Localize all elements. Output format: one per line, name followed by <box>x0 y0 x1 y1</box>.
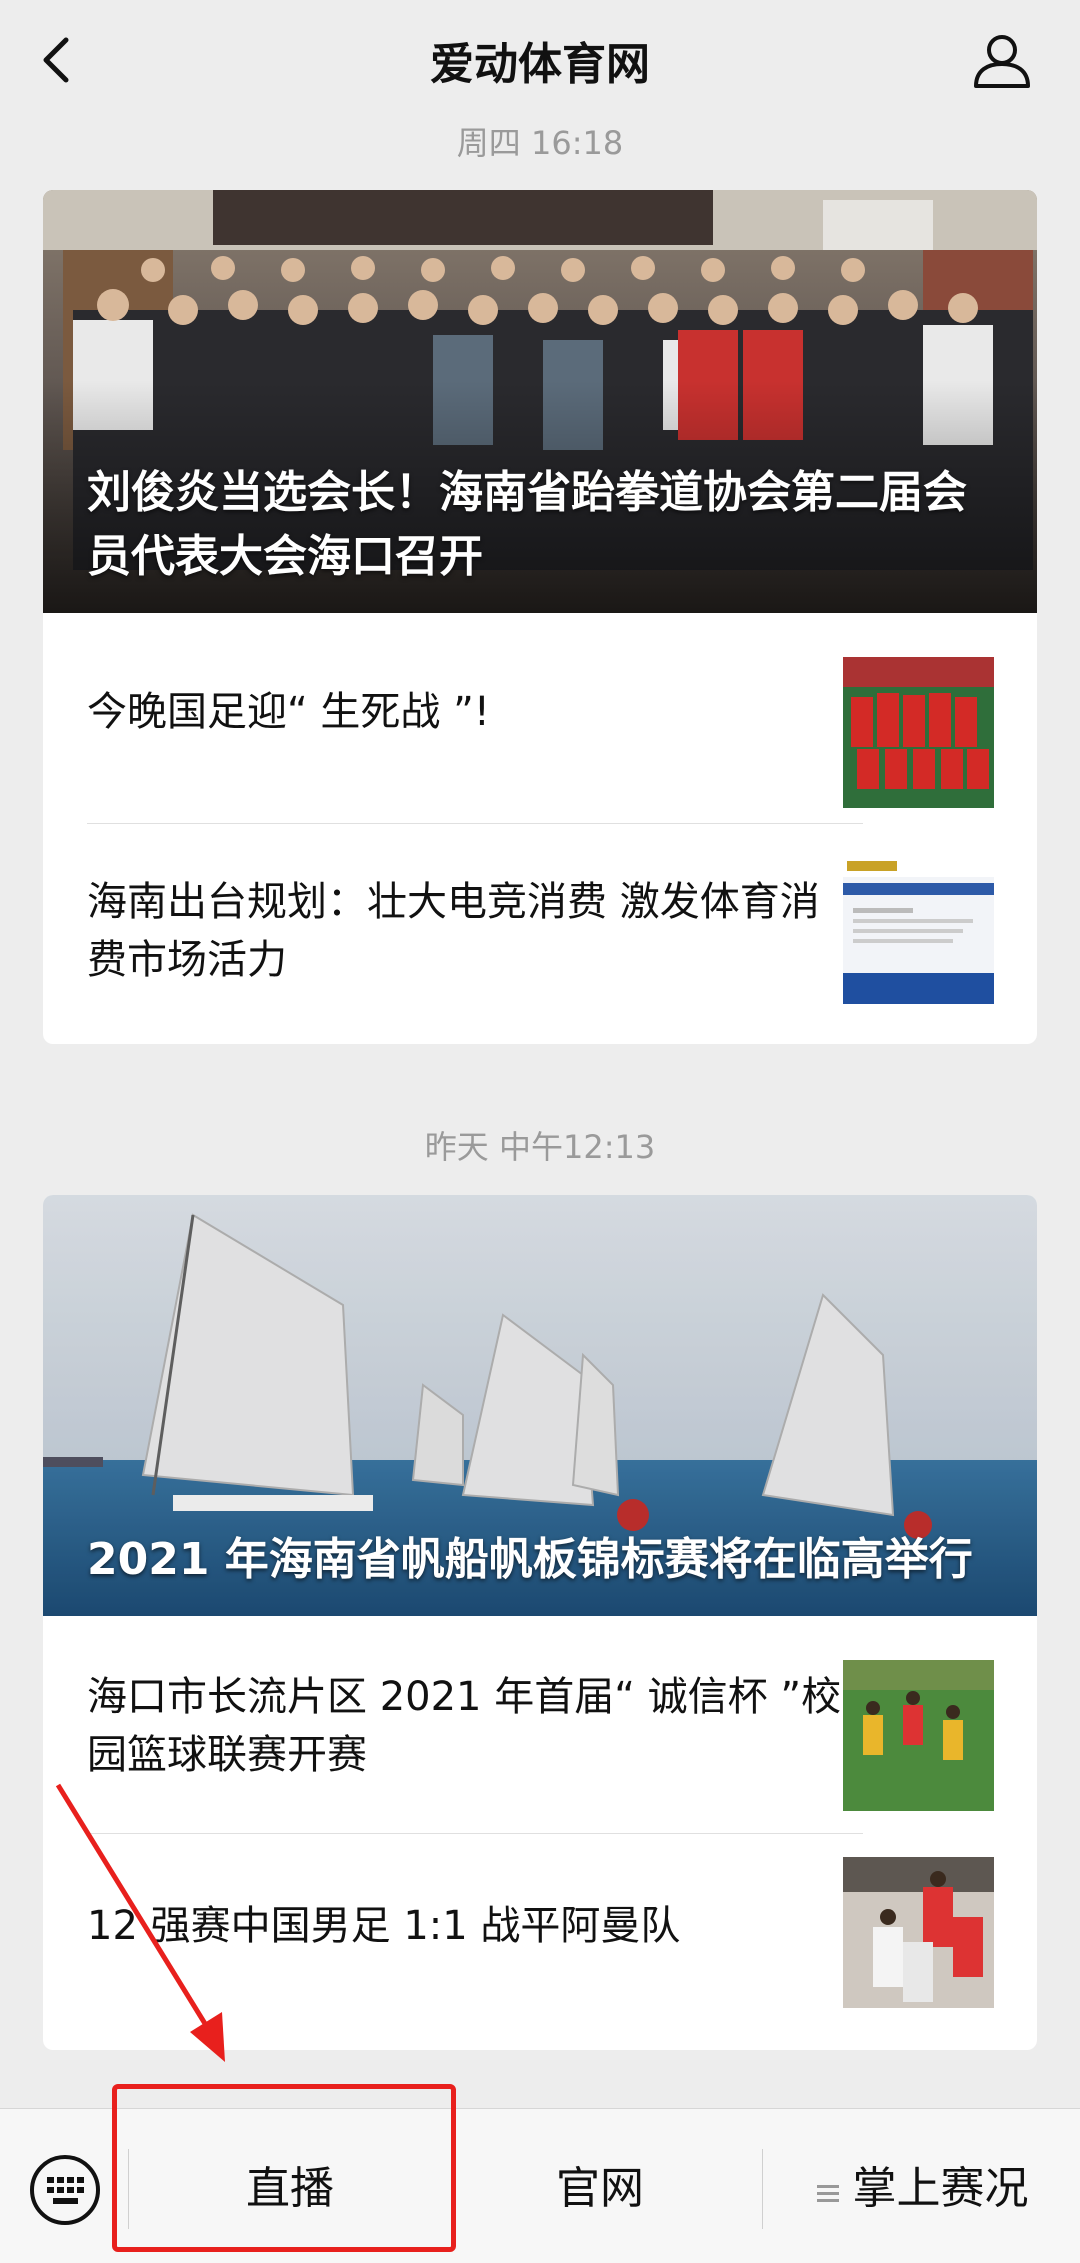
annotation-arrow <box>55 1783 225 2062</box>
highlight-box <box>112 2084 456 2252</box>
